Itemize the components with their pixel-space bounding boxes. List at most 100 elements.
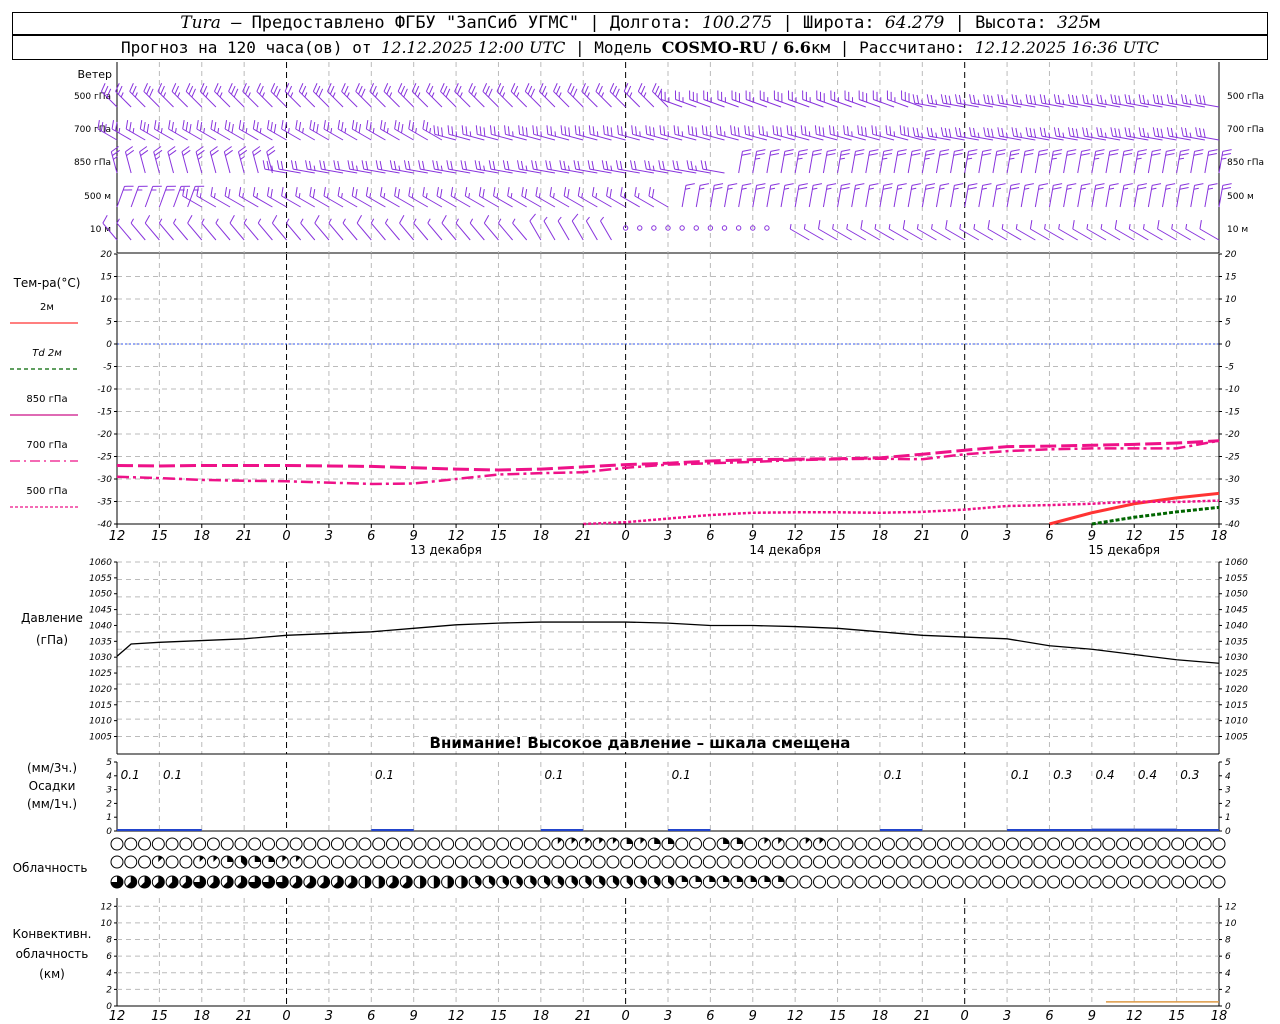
wind-barb-shaft (907, 151, 913, 174)
wind-barb-flag (538, 192, 541, 199)
cloud-symbol (1143, 875, 1157, 889)
wind-barb-flag (309, 120, 312, 130)
cloud-circle (785, 855, 799, 869)
precip-tick-label-left: 2 (106, 799, 112, 809)
wind-barb-flag (977, 132, 980, 138)
time-tick-label: 18 (1211, 529, 1228, 544)
cloud-circle (1129, 837, 1143, 851)
wind-barb-flag (555, 85, 561, 95)
wind-barb-flag (1138, 94, 1142, 104)
wind-barb-flag (1100, 223, 1103, 230)
wind-barb-flag (857, 125, 860, 135)
wind-barb (1166, 94, 1191, 108)
wind-barb-shaft (124, 151, 132, 174)
cloud-circle (289, 837, 303, 851)
pressure-tick-label-right: 1030 (1225, 653, 1248, 663)
cloud-circle (1088, 855, 1102, 869)
temp-tick-label-right: 10 (1225, 295, 1237, 305)
wind-barb-flag (756, 149, 766, 152)
wind-barb-flag (266, 160, 270, 170)
wind-barb-flag (874, 223, 877, 230)
cloud-symbol (923, 855, 937, 869)
wind-barb-flag (210, 149, 219, 156)
pressure-tick-label-right: 1050 (1225, 590, 1248, 600)
wind-barb-flag (229, 215, 235, 224)
cloud-circle (482, 837, 496, 851)
wind-barb-flag (450, 160, 453, 170)
cloud-symbol (110, 855, 124, 869)
wind-barb-flag (954, 127, 958, 137)
wind-barb-flag (441, 215, 447, 224)
wind-barb-shaft (1048, 185, 1054, 208)
cloud-symbol (1005, 855, 1019, 869)
wind-barb (496, 83, 513, 108)
wind-barb-flag (483, 127, 486, 137)
wind-barb-flag (879, 131, 881, 137)
wind-barb-flag (916, 94, 920, 104)
wind-barb-shaft (512, 222, 528, 241)
wind-barb-flag (1123, 153, 1133, 156)
wind-barb (1195, 94, 1220, 108)
cloud-circle (509, 837, 523, 851)
cloud-symbol (744, 837, 758, 851)
cloud-circle (565, 855, 579, 869)
wind-barb-flag (1062, 99, 1065, 105)
wind-barb-flag (991, 128, 994, 138)
wind-barb-flag (1114, 94, 1117, 104)
wind-barb-flag (841, 183, 851, 186)
wind-barb (921, 149, 936, 174)
wind-barb-flag (425, 192, 428, 199)
wind-barb-shaft (413, 222, 429, 241)
pressure-title: Давление (21, 611, 83, 625)
wind-barb (954, 127, 979, 141)
wind-barb (752, 183, 766, 208)
wind-barb-flag (1024, 153, 1034, 156)
wind-barb-flag (1094, 187, 1104, 190)
cloud-circle (702, 837, 716, 851)
wind-barb-flag (483, 165, 486, 171)
wind-barb-flag (1222, 187, 1232, 190)
cloud-symbol (565, 837, 579, 851)
wind-barb-flag (247, 92, 251, 98)
cloud-circle (895, 855, 909, 869)
wind-barb-flag (240, 156, 245, 160)
cloud-circle (592, 855, 606, 869)
wind-barb-flag (210, 187, 213, 197)
conv-tick-label-left: 12 (101, 902, 113, 912)
wind-barb-flag (460, 160, 464, 170)
wind-barb-shaft (695, 185, 701, 208)
wind-barb (969, 94, 994, 108)
cloud-circle (937, 855, 950, 869)
cloud-circle (372, 855, 386, 869)
temp-tick-label-right: -5 (1225, 363, 1234, 373)
wind-barb-shaft (153, 151, 160, 174)
cloud-circle (303, 837, 317, 851)
wind-barb-flag (1185, 223, 1188, 230)
cloud-symbol (909, 837, 923, 851)
wind-barb-shaft (1034, 185, 1040, 208)
conv-title-2: облачность (16, 947, 89, 961)
cloud-circle (978, 875, 992, 889)
temp-tick-label-right: -35 (1225, 498, 1240, 508)
wind-barb (498, 218, 513, 241)
wind-barb (446, 160, 471, 174)
wind-barb (648, 187, 669, 208)
wind-barb-shaft (1204, 185, 1210, 208)
wind-barb-flag (560, 125, 563, 135)
cloud-circle (303, 855, 317, 869)
cloud-circle (413, 837, 427, 851)
wind-barb-flag (469, 218, 474, 224)
wind-barb-flag (231, 123, 234, 134)
wind-barb-shaft (243, 222, 259, 241)
wind-barb-flag (1208, 183, 1218, 186)
wind-barb-flag (1011, 94, 1015, 104)
wind-barb-shaft (1034, 151, 1040, 174)
wind-barb-flag (1175, 132, 1178, 138)
wind-barb-shaft (355, 91, 372, 108)
wind-barb-shaft (383, 91, 400, 108)
wind-barb-shaft (187, 186, 196, 208)
wind-barb-shaft (1020, 185, 1026, 208)
pressure-tick-label-right: 1015 (1225, 701, 1248, 711)
wind-barb (738, 183, 752, 208)
wind-barb-flag (276, 160, 280, 170)
